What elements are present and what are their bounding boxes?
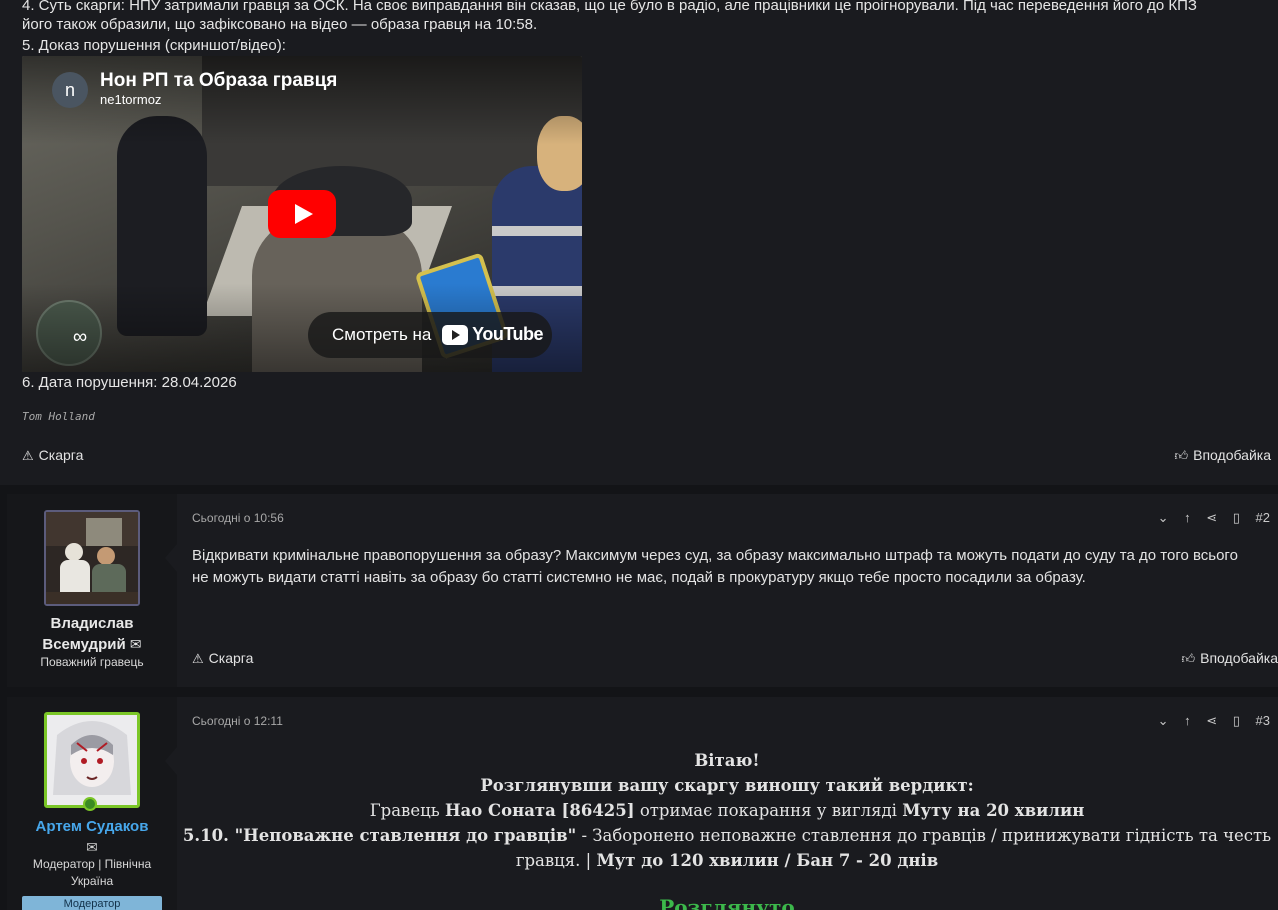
warning-icon: ⚠ [22,448,34,463]
rule-text-2: гравця. | [515,851,592,870]
like-label: Вподобайка [1193,447,1271,463]
report-label: Скарга [208,650,254,666]
thumbs-up-icon: 👍︎ [1181,651,1196,666]
rule-text: - Заборонено неповажне ставлення до грав… [581,826,1272,845]
status-reviewed: Розглянуто [659,895,795,910]
like-label: Вподобайка [1200,650,1278,666]
post-body: Сьогодні о 12:11 ⌄ ↑ ⋖ ▯ #3 Вітаю! Розгл… [177,697,1278,910]
username[interactable]: Артем Судаков [7,816,177,837]
post-date[interactable]: Сьогодні о 12:11 [192,714,283,728]
verdict-message: Вітаю! Розглянувши вашу скаргу виношу та… [177,748,1277,910]
player-prefix: Гравець [369,801,440,820]
post-arrow [165,747,177,775]
youtube-embed[interactable]: n Нон РП та Образа гравця ne1tormoz ∞ См… [22,56,582,372]
avatar[interactable] [44,510,140,606]
like-button[interactable]: 👍︎ Вподобайка [1175,447,1271,464]
envelope-icon[interactable]: ✉ [7,837,177,858]
post-1: 4. Суть скарги: НПУ затримали гравця за … [0,0,1278,485]
video-title[interactable]: Нон РП та Образа гравця [100,70,337,92]
bookmark-icon[interactable]: ▯ [1233,713,1240,729]
username[interactable]: Всемудрий ✉ [7,634,177,655]
player-name: Нао Соната [86425] [444,801,635,820]
user-column: Владислав Всемудрий ✉ Поважний гравець [7,494,177,687]
post-2: Владислав Всемудрий ✉ Поважний гравець С… [7,494,1278,687]
share-icon[interactable]: ⋖ [1206,713,1217,729]
user-title-line-2: Україна [70,874,114,888]
chevron-down-icon[interactable]: ⌄ [1158,510,1169,526]
username-line-2[interactable]: Всемудрий [42,636,125,653]
youtube-wordmark: YouTube [472,324,543,344]
report-button[interactable]: ⚠ Скарга [22,447,83,464]
post-tools: ⌄ ↑ ⋖ ▯ #3 [1146,712,1270,730]
username-line-1[interactable]: Владислав [7,613,177,634]
warning-icon: ⚠ [192,651,204,666]
arrow-up-icon[interactable]: ↑ [1184,510,1191,525]
youtube-play-icon [442,324,468,345]
online-indicator [83,797,97,811]
play-button[interactable] [268,190,336,238]
avatar-image [46,512,138,604]
youtube-logo: YouTube [442,324,543,346]
user-column: Артем Судаков ✉ Модератор | Північна Укр… [7,697,177,910]
player-middle: отримає покарання у вигляді [639,801,897,820]
punishment: Муту на 20 хвилин [902,801,1085,820]
report-button[interactable]: ⚠ Скарга [192,650,253,667]
post-message: Відкривати кримінальне правопорушення за… [192,547,1238,586]
thumbs-up-icon: 👍︎ [1174,448,1189,463]
post-arrow [165,544,177,572]
complaint-essence-cont: його також образили, що зафіксовано на в… [22,16,538,33]
report-label: Скарга [38,447,84,463]
bookmark-icon[interactable]: ▯ [1233,510,1240,526]
link-icon[interactable]: ∞ [60,324,100,350]
post-number[interactable]: #3 [1256,713,1270,728]
arrow-up-icon[interactable]: ↑ [1184,713,1191,728]
post-tools: ⌄ ↑ ⋖ ▯ #2 [1146,509,1270,527]
rule-line: 5.10. "Неповажне ставлення до гравців" -… [177,823,1277,848]
avatar-image [47,715,137,805]
moderator-badge: Модератор [22,896,162,910]
share-icon[interactable]: ⋖ [1206,510,1217,526]
user-title-line-1: Модератор | Північна [32,857,152,871]
watch-on-youtube-button[interactable]: Смотреть на YouTube [308,312,552,358]
rule-penalty: Мут до 120 хвилин / Бан 7 - 20 днів [596,851,939,870]
post-date[interactable]: Сьогодні о 10:56 [192,511,284,525]
evidence-label: 5. Доказ порушення (скриншот/відео): [22,37,286,54]
complaint-essence: 4. Суть скарги: НПУ затримали гравця за … [22,0,1197,14]
rule-line-2: гравця. | Мут до 120 хвилин / Бан 7 - 20… [177,848,1277,873]
post-3: Артем Судаков ✉ Модератор | Північна Укр… [7,697,1278,910]
violation-date: 6. Дата порушення: 28.04.2026 [22,374,237,391]
rule-code: 5.10. "Неповажне ставлення до гравців" [182,826,577,845]
watch-label: Смотреть на [332,325,432,344]
video-channel[interactable]: ne1tormoz [100,92,161,107]
signature: Tom Holland [22,410,95,423]
player-line: Гравець Нао Соната [86425] отримає покар… [177,798,1277,823]
channel-avatar[interactable]: n [52,72,88,108]
envelope-icon[interactable]: ✉ [130,636,142,652]
verdict-intro: Розглянувши вашу скаргу виношу такий вер… [480,776,974,795]
user-title: Поважний гравець [40,655,144,669]
post-body: Сьогодні о 10:56 ⌄ ↑ ⋖ ▯ #2 Відкривати к… [177,494,1278,687]
post-number[interactable]: #2 [1256,510,1270,525]
greeting: Вітаю! [694,751,760,770]
avatar[interactable] [44,712,140,808]
like-button[interactable]: 👍︎ Вподобайка [1182,650,1278,667]
chevron-down-icon[interactable]: ⌄ [1158,713,1169,729]
